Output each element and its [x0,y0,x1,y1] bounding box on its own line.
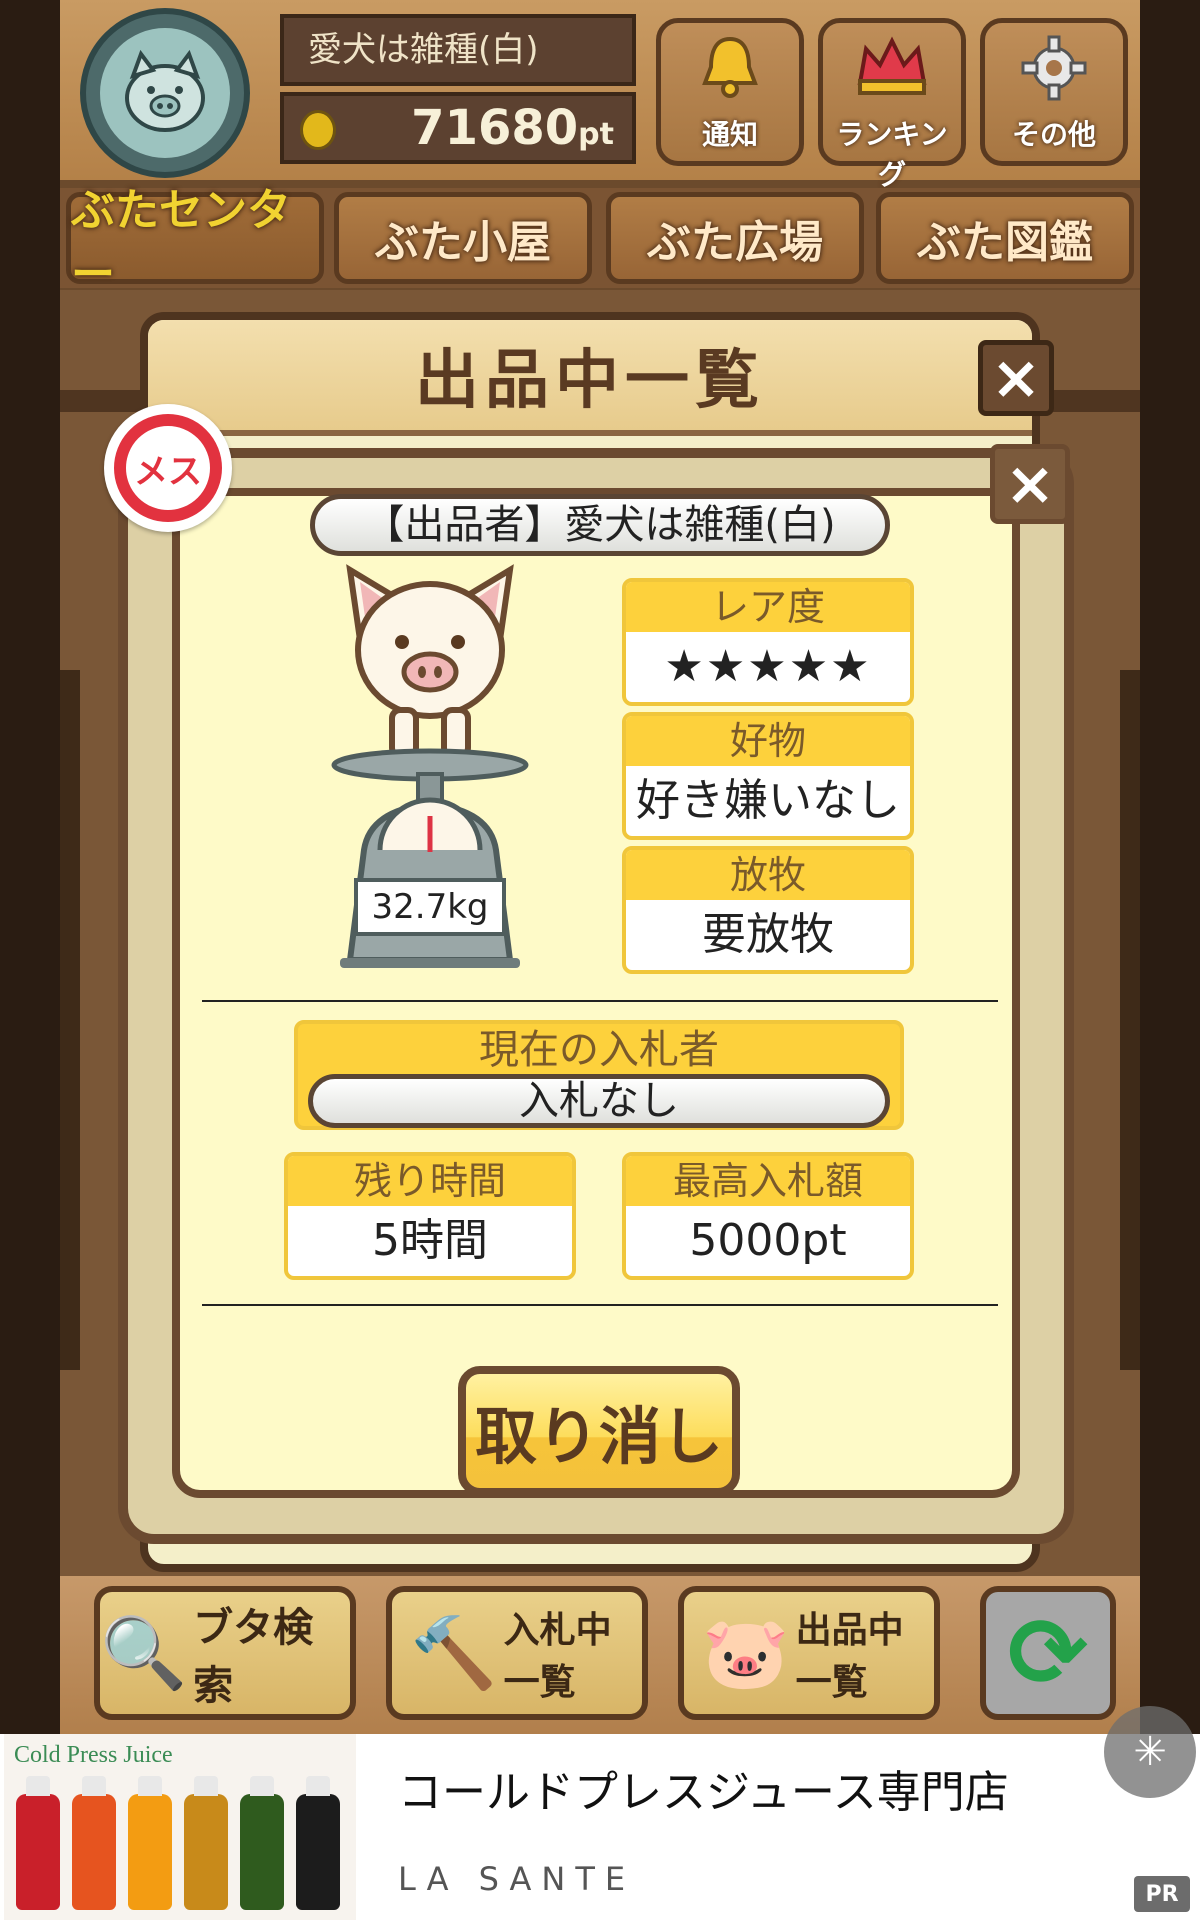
female-badge: メス [104,404,232,532]
grazing-value: 要放牧 [702,909,834,960]
tab-buta-koya[interactable]: ぶた小屋 [334,192,592,284]
ad-sponsor: LA SANTE [398,1860,636,1898]
pig-face-icon: 🐷 [702,1611,790,1694]
ranking-label: ランキング [836,118,948,191]
crown-icon [823,23,961,113]
listing-close-button[interactable]: × [978,340,1054,416]
current-bidder-card: 現在の入札者 入札なし [294,1020,904,1130]
ad-image[interactable]: Cold Press Juice [4,1734,356,1920]
detail-close-button[interactable]: × [990,444,1070,524]
settings-button[interactable]: その他 [980,18,1128,166]
favorite-label: 好物 [626,716,910,766]
bidding-list-button[interactable]: 🔨 入札中一覧 [386,1586,648,1720]
favorite-value: 好き嫌いなし [636,775,900,826]
listing-list-button[interactable]: 🐷 出品中一覧 [678,1586,940,1720]
pig-search-label: ブタ検索 [193,1605,314,1709]
magnifier-icon: 🔍 [100,1611,188,1694]
tab-buta-zukan[interactable]: ぶた図鑑 [876,192,1134,284]
max-bid-value: 5000pt [689,1215,847,1266]
bell-icon [661,23,799,113]
juice-bottle [16,1776,60,1910]
points-display: 71680pt [280,92,636,164]
juice-bottle [184,1776,228,1910]
tab-buta-center[interactable]: ぶたセンター [66,185,324,300]
favorite-card: 好物 好き嫌いなし [622,712,914,840]
time-left-label: 残り時間 [288,1156,572,1206]
player-avatar[interactable] [80,8,250,178]
ad-banner[interactable]: Cold Press Juice コールドプレスジュース専門店 LA SANTE [0,1734,1200,1920]
settings-label: その他 [1011,118,1096,151]
grazing-label: 放牧 [626,850,910,900]
header: 愛犬は雑種(白) 71680pt 通知 ランキング その他 [60,0,1140,191]
coin-icon [300,110,336,150]
bidding-list-label: 入札中一覧 [503,1610,612,1703]
rarity-stars: ★★★★★ [664,641,872,692]
grazing-card: 放牧 要放牧 [622,846,914,974]
weight-display: 32.7kg [354,878,506,936]
divider [202,1304,998,1306]
points-value: 71680 [411,100,579,156]
juice-bottle [72,1776,116,1910]
refresh-icon: ⟳ [1007,1597,1089,1709]
ranking-button[interactable]: ランキング [818,18,966,191]
notification-label: 通知 [701,118,758,151]
ad-title[interactable]: コールドプレスジュース専門店 [398,1756,1009,1820]
pig-search-button[interactable]: 🔍 ブタ検索 [94,1586,356,1720]
max-bid-label: 最高入札額 [626,1156,910,1206]
notification-button[interactable]: 通知 [656,18,804,166]
rarity-label: レア度 [626,582,910,632]
rarity-card: レア度 ★★★★★ [622,578,914,706]
gavel-icon: 🔨 [410,1611,498,1694]
listing-list-label: 出品中一覧 [795,1610,904,1703]
refresh-button[interactable]: ⟳ [980,1586,1116,1720]
user-name: 愛犬は雑種(白) [280,14,636,86]
juice-bottle [296,1776,340,1910]
pig-avatar-icon [100,28,230,158]
time-left-value: 5時間 [372,1215,488,1266]
points-unit: pt [578,117,614,152]
female-symbol-icon: メス [114,414,222,522]
beam [1120,670,1140,1370]
pr-badge: PR [1134,1876,1190,1912]
juice-bottle [240,1776,284,1910]
divider [202,1000,998,1002]
pig-on-scale: 32.7kg [330,560,530,970]
beam [60,670,80,1370]
sparkle-floating-button[interactable]: ✳ [1104,1706,1196,1798]
current-bidder-label: 現在の入札者 [479,1027,719,1073]
seller-name: 【出品者】愛犬は雑種(白) [310,494,890,556]
ad-image-brand: Cold Press Juice [14,1742,173,1768]
max-bid-card: 最高入札額 5000pt [622,1152,914,1280]
current-bidder-value: 入札なし [308,1074,890,1128]
main-tabs: ぶたセンター ぶた小屋 ぶた広場 ぶた図鑑 [60,185,1140,300]
tab-buta-hiroba[interactable]: ぶた広場 [606,192,864,284]
gear-icon [985,23,1123,113]
time-left-card: 残り時間 5時間 [284,1152,576,1280]
bottom-bar: 🔍 ブタ検索 🔨 入札中一覧 🐷 出品中一覧 ⟳ [60,1576,1140,1734]
listing-panel-title: 出品中一覧 [148,320,1032,436]
juice-bottle [128,1776,172,1910]
cancel-listing-button[interactable]: 取り消し [458,1366,740,1496]
